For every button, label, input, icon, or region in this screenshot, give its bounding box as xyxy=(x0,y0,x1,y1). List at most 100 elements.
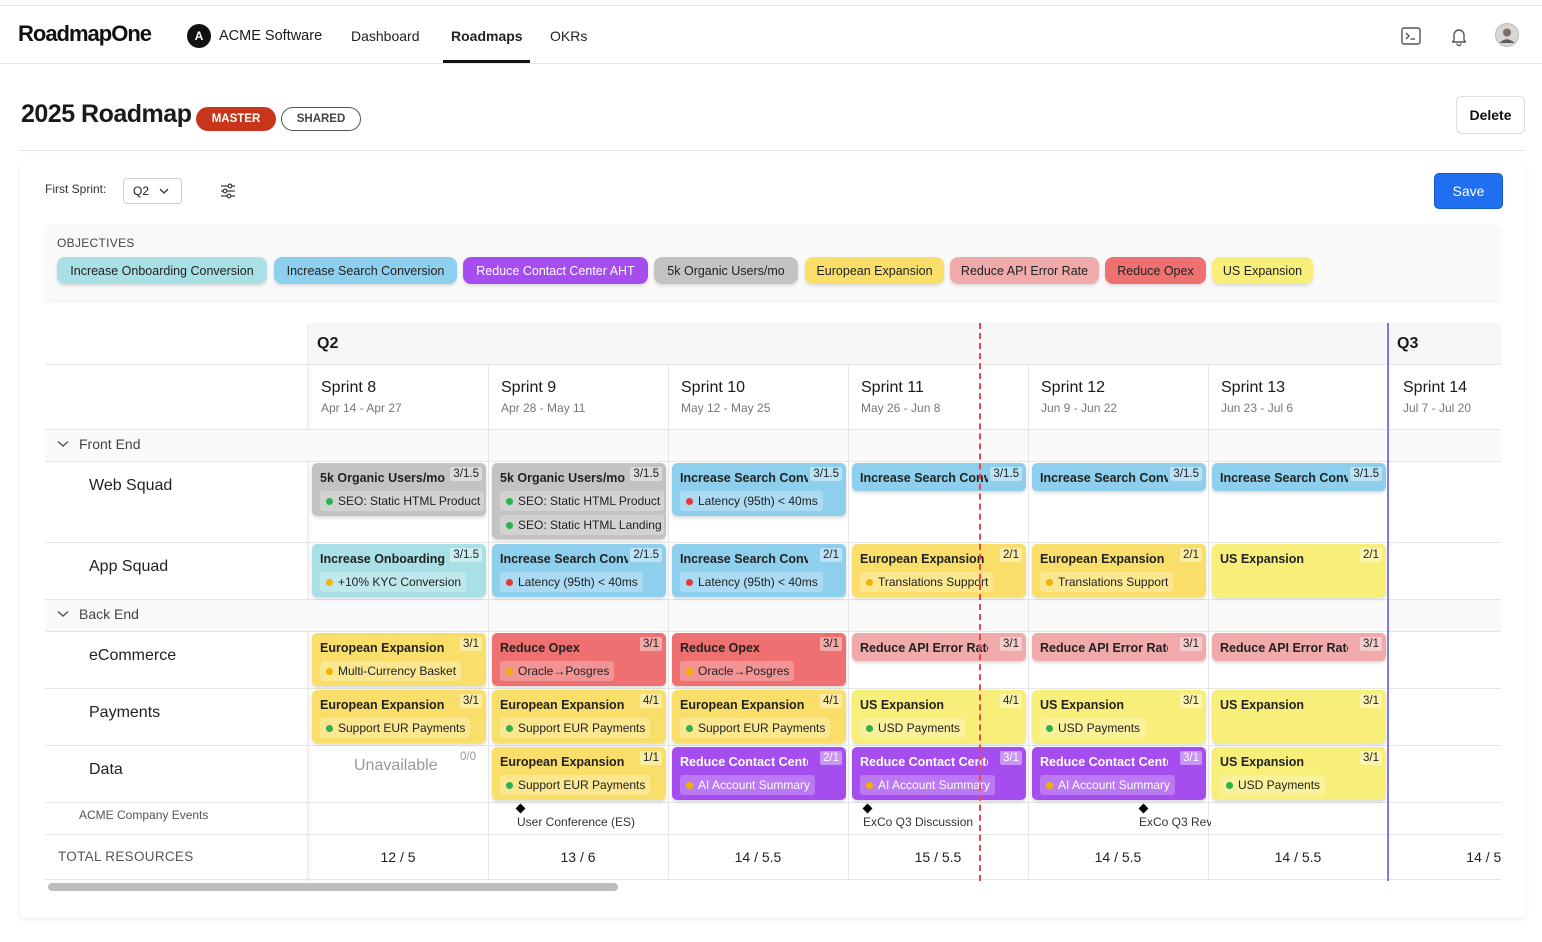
okr-card[interactable]: European Expansion 2/1 Translations Suppor… xyxy=(1032,544,1206,597)
okr-card[interactable]: Reduce Opex 3/1 Oracle→Posgres xyxy=(672,633,846,686)
unavailable-score: 0/0 xyxy=(460,751,476,763)
okr-card[interactable]: Increase Search Conversion3/1.5 xyxy=(1032,463,1206,491)
key-result[interactable]: +10% KYC Conversion xyxy=(320,572,467,592)
okr-card[interactable]: Reduce Contact Center AHT 2/1 AI Account S… xyxy=(672,747,846,800)
okr-card-title: US Expansion xyxy=(860,698,945,712)
key-result[interactable]: Latency (95th) < 40ms xyxy=(500,572,643,592)
event-marker[interactable] xyxy=(1138,803,1149,814)
row-divider xyxy=(45,834,1501,835)
okr-card-score: 3/1 xyxy=(1180,694,1202,708)
bell-icon[interactable] xyxy=(1448,25,1470,47)
app-logo[interactable]: RoadmapOne xyxy=(18,21,152,47)
status-dot-icon xyxy=(506,781,513,789)
nav-roadmaps[interactable]: Roadmaps xyxy=(451,28,523,44)
okr-card[interactable]: European Expansion 2/1 Translations Suppor… xyxy=(852,544,1026,597)
top-navbar: RoadmapOne A ACME Software Dashboard Roa… xyxy=(0,6,1542,64)
group-front-end[interactable]: Front End xyxy=(57,436,140,452)
key-result[interactable]: SEO: Static HTML Product xyxy=(500,491,664,511)
key-result[interactable]: SEO: Static HTML Product xyxy=(320,491,484,511)
sprint-dates: Apr 14 - Apr 27 xyxy=(321,401,402,415)
first-sprint-select[interactable]: Q2 xyxy=(123,178,182,204)
org-switcher[interactable]: A ACME Software xyxy=(187,24,322,48)
key-result[interactable]: AI Account Summary xyxy=(1040,775,1176,795)
objective-chip[interactable]: European Expansion xyxy=(805,257,944,284)
key-result[interactable]: Translations Support xyxy=(1040,572,1174,592)
save-button[interactable]: Save xyxy=(1434,173,1503,209)
okr-card[interactable]: European Expansion 3/1 Multi-Currency Bask… xyxy=(312,633,486,686)
objective-chip[interactable]: Reduce API Error Rate xyxy=(950,257,1099,284)
terminal-icon[interactable] xyxy=(1400,25,1422,47)
okr-card-score: 1/1 xyxy=(640,751,662,765)
objective-chip[interactable]: Increase Search Conversion xyxy=(274,257,457,284)
objective-chip[interactable]: Reduce Opex xyxy=(1105,257,1206,284)
shared-badge[interactable]: SHARED xyxy=(281,107,361,131)
scrollbar-thumb[interactable] xyxy=(48,883,618,891)
key-result[interactable]: USD Payments xyxy=(1220,775,1326,795)
event-marker[interactable] xyxy=(862,803,873,814)
key-result[interactable]: Support EUR Payments xyxy=(500,775,651,795)
key-result[interactable]: AI Account Summary xyxy=(860,775,996,795)
event-marker[interactable] xyxy=(515,803,526,814)
okr-card[interactable]: Increase Search Conversion3/1.5 xyxy=(1212,463,1386,491)
okr-card[interactable]: 5k Organic Users/mo 3/1.5 SEO: Static HTML… xyxy=(312,463,486,516)
key-result[interactable]: Support EUR Payments xyxy=(320,718,471,738)
okr-card-title: Reduce Opex xyxy=(680,641,760,655)
okr-card[interactable]: US Expansion 2/1 xyxy=(1212,544,1386,597)
key-result[interactable]: USD Payments xyxy=(1040,718,1146,738)
key-result[interactable]: Latency (95th) < 40ms xyxy=(680,491,823,511)
key-result[interactable]: Latency (95th) < 40ms xyxy=(680,572,823,592)
delete-button[interactable]: Delete xyxy=(1456,96,1525,134)
key-result[interactable]: Translations Support xyxy=(860,572,994,592)
objective-chip[interactable]: Reduce Contact Center AHT xyxy=(463,257,648,284)
key-result[interactable]: Support EUR Payments xyxy=(500,718,651,738)
nav-okrs[interactable]: OKRs xyxy=(550,28,587,44)
okr-card[interactable]: Reduce Contact Center AHT 3/1 AI Account S… xyxy=(852,747,1026,800)
okr-card[interactable]: Increase Search Conversion2/1.5 Latency (… xyxy=(492,544,666,597)
key-result[interactable]: SEO: Static HTML Landing xyxy=(500,515,664,535)
sprint-dates: Jun 9 - Jun 22 xyxy=(1041,401,1118,415)
okr-card[interactable]: European Expansion 4/1 Support EUR Payment… xyxy=(492,690,666,743)
key-result-label: AI Account Summary xyxy=(1058,778,1171,792)
squad-label: Web Squad xyxy=(89,477,173,494)
key-result[interactable]: Support EUR Payments xyxy=(680,718,831,738)
okr-card-score: 3/1.5 xyxy=(450,467,482,481)
okr-card[interactable]: US Expansion 4/1 USD Payments xyxy=(852,690,1026,743)
key-result[interactable]: USD Payments xyxy=(860,718,966,738)
okr-card-score: 3/1 xyxy=(1360,637,1382,651)
okr-card[interactable]: Reduce Contact Center AHT 3/1 AI Account S… xyxy=(1032,747,1206,800)
okr-card[interactable]: European Expansion 1/1 Support EUR Payment… xyxy=(492,747,666,800)
okr-card[interactable]: Increase Onboarding Conversion3/1.5 +10% … xyxy=(312,544,486,597)
objective-chip[interactable]: US Expansion xyxy=(1212,257,1313,284)
okr-card[interactable]: US Expansion 3/1 USD Payments xyxy=(1032,690,1206,743)
group-back-end[interactable]: Back End xyxy=(57,606,139,622)
okr-card[interactable]: Increase Search Conversion3/1.5 xyxy=(852,463,1026,491)
okr-card[interactable]: 5k Organic Users/mo 3/1.5 SEO: Static HTML… xyxy=(492,463,666,539)
nav-dashboard[interactable]: Dashboard xyxy=(351,28,420,44)
okr-card[interactable]: European Expansion 4/1 Support EUR Payment… xyxy=(672,690,846,743)
key-result[interactable]: AI Account Summary xyxy=(680,775,816,795)
user-avatar[interactable] xyxy=(1495,23,1519,47)
okr-card-title: US Expansion xyxy=(1220,698,1305,712)
okr-card[interactable]: Increase Search Conversion3/1.5 Latency (… xyxy=(672,463,846,516)
okr-card[interactable]: Reduce API Error Rate 3/1 xyxy=(1212,633,1386,661)
key-result[interactable]: Oracle→Posgres xyxy=(680,661,795,681)
okr-card[interactable]: US Expansion 3/1 USD Payments xyxy=(1212,747,1386,800)
key-result[interactable]: Multi-Currency Basket xyxy=(320,661,462,681)
okr-card[interactable]: Reduce Opex 3/1 Oracle→Posgres xyxy=(492,633,666,686)
okr-card[interactable]: Increase Search Conversion 2/1Latency (95… xyxy=(672,544,846,597)
header-divider xyxy=(20,150,1525,151)
okr-card-score: 3/1.5 xyxy=(450,548,482,562)
key-result-label: Translations Support xyxy=(878,575,989,589)
okr-card[interactable]: US Expansion 3/1 xyxy=(1212,690,1386,743)
key-result[interactable]: Oracle→Posgres xyxy=(500,661,615,681)
okr-card[interactable]: European Expansion 3/1 Support EUR Payment… xyxy=(312,690,486,743)
okr-card[interactable]: Reduce API Error Rate 3/1 xyxy=(852,633,1026,661)
filter-button[interactable] xyxy=(212,176,244,206)
okr-card[interactable]: Reduce API Error Rate 3/1 xyxy=(1032,633,1206,661)
sprint-name: Sprint 8 xyxy=(321,379,377,396)
objective-chip[interactable]: Increase Onboarding Conversion xyxy=(57,257,267,284)
objective-chip[interactable]: 5k Organic Users/mo xyxy=(654,257,798,284)
first-sprint-label: First Sprint: xyxy=(45,182,107,196)
status-dot-icon xyxy=(866,724,873,732)
okr-card-title: Increase Search Conversion xyxy=(500,552,628,566)
